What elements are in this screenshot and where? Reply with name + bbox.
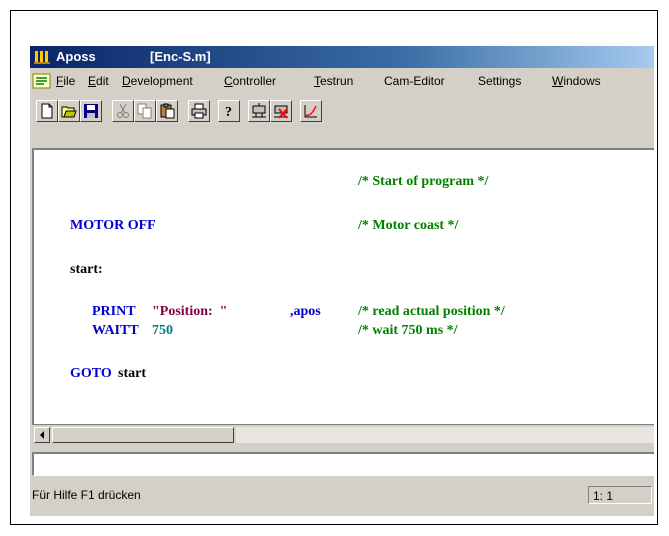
title-bar[interactable]: Aposs [Enc-S.m] bbox=[30, 46, 654, 68]
app-icon bbox=[34, 51, 50, 64]
waitt-number: 750 bbox=[152, 323, 173, 338]
menu-file[interactable]: File bbox=[56, 70, 75, 92]
status-help-text: Für Hilfe F1 drücken bbox=[32, 488, 141, 502]
menu-windows[interactable]: Windows bbox=[552, 70, 601, 92]
curve-button[interactable] bbox=[300, 100, 322, 122]
app-title: Aposs bbox=[56, 49, 96, 64]
scroll-left-button[interactable] bbox=[34, 427, 50, 443]
menu-development[interactable]: Development bbox=[122, 70, 193, 92]
save-button[interactable] bbox=[80, 100, 102, 122]
open-icon bbox=[61, 106, 77, 118]
cut-button[interactable] bbox=[112, 100, 134, 122]
scroll-track[interactable] bbox=[236, 427, 654, 443]
arrow-left-icon bbox=[40, 431, 44, 439]
motor-off-keyword: MOTOR OFF bbox=[70, 218, 156, 233]
goto-keyword: GOTO bbox=[70, 366, 112, 381]
toolbar: ? bbox=[30, 96, 654, 126]
help-icon: ? bbox=[225, 105, 232, 119]
motor-button[interactable] bbox=[248, 100, 270, 122]
print-string: "Position: " bbox=[152, 304, 228, 319]
horizontal-scrollbar[interactable] bbox=[32, 424, 654, 445]
menu-edit[interactable]: Edit bbox=[88, 70, 109, 92]
menu-cam-editor[interactable]: Cam-Editor bbox=[384, 70, 445, 92]
paste-icon bbox=[160, 103, 175, 119]
motor-icon bbox=[252, 103, 266, 118]
menu-settings[interactable]: Settings bbox=[478, 70, 521, 92]
scroll-thumb[interactable] bbox=[52, 427, 234, 443]
document-icon[interactable] bbox=[32, 73, 52, 89]
start-label: start: bbox=[70, 262, 103, 277]
open-button[interactable] bbox=[58, 100, 80, 122]
motor-stop-button[interactable] bbox=[270, 100, 292, 122]
menu-controller[interactable]: Controller bbox=[224, 70, 276, 92]
motor-stop-icon bbox=[274, 105, 288, 119]
cut-icon bbox=[117, 103, 129, 118]
help-button[interactable]: ? bbox=[218, 100, 240, 122]
svg-text:?: ? bbox=[225, 105, 232, 119]
motor-comment: /* Motor coast */ bbox=[358, 218, 459, 233]
print-comment: /* read actual position */ bbox=[358, 304, 505, 319]
cursor-position: 1: 1 bbox=[588, 486, 652, 504]
print-variable: ,apos bbox=[290, 304, 321, 319]
command-input[interactable] bbox=[32, 452, 654, 476]
goto-target: start bbox=[118, 366, 146, 381]
paste-button[interactable] bbox=[156, 100, 178, 122]
waitt-comment: /* wait 750 ms */ bbox=[358, 323, 458, 338]
new-button[interactable] bbox=[36, 100, 58, 122]
menu-bar: File Edit Development Controller Testrun… bbox=[30, 70, 654, 92]
new-icon bbox=[41, 103, 53, 119]
aposs-window: Aposs [Enc-S.m] File Edit Development Co… bbox=[30, 46, 654, 516]
menu-testrun[interactable]: Testrun bbox=[314, 70, 353, 92]
status-bar: Für Hilfe F1 drücken 1: 1 bbox=[30, 484, 654, 506]
curve-icon bbox=[304, 105, 317, 118]
document-title: [Enc-S.m] bbox=[150, 49, 211, 64]
comment-start: /* Start of program */ bbox=[358, 174, 489, 189]
waitt-keyword: WAITT bbox=[92, 323, 139, 338]
code-editor[interactable]: /* Start of program */ MOTOR OFF /* Moto… bbox=[32, 148, 654, 426]
save-icon bbox=[84, 104, 98, 118]
print-icon bbox=[191, 103, 207, 119]
print-button[interactable] bbox=[188, 100, 210, 122]
copy-icon bbox=[137, 103, 152, 119]
copy-button[interactable] bbox=[134, 100, 156, 122]
print-keyword: PRINT bbox=[92, 304, 136, 319]
